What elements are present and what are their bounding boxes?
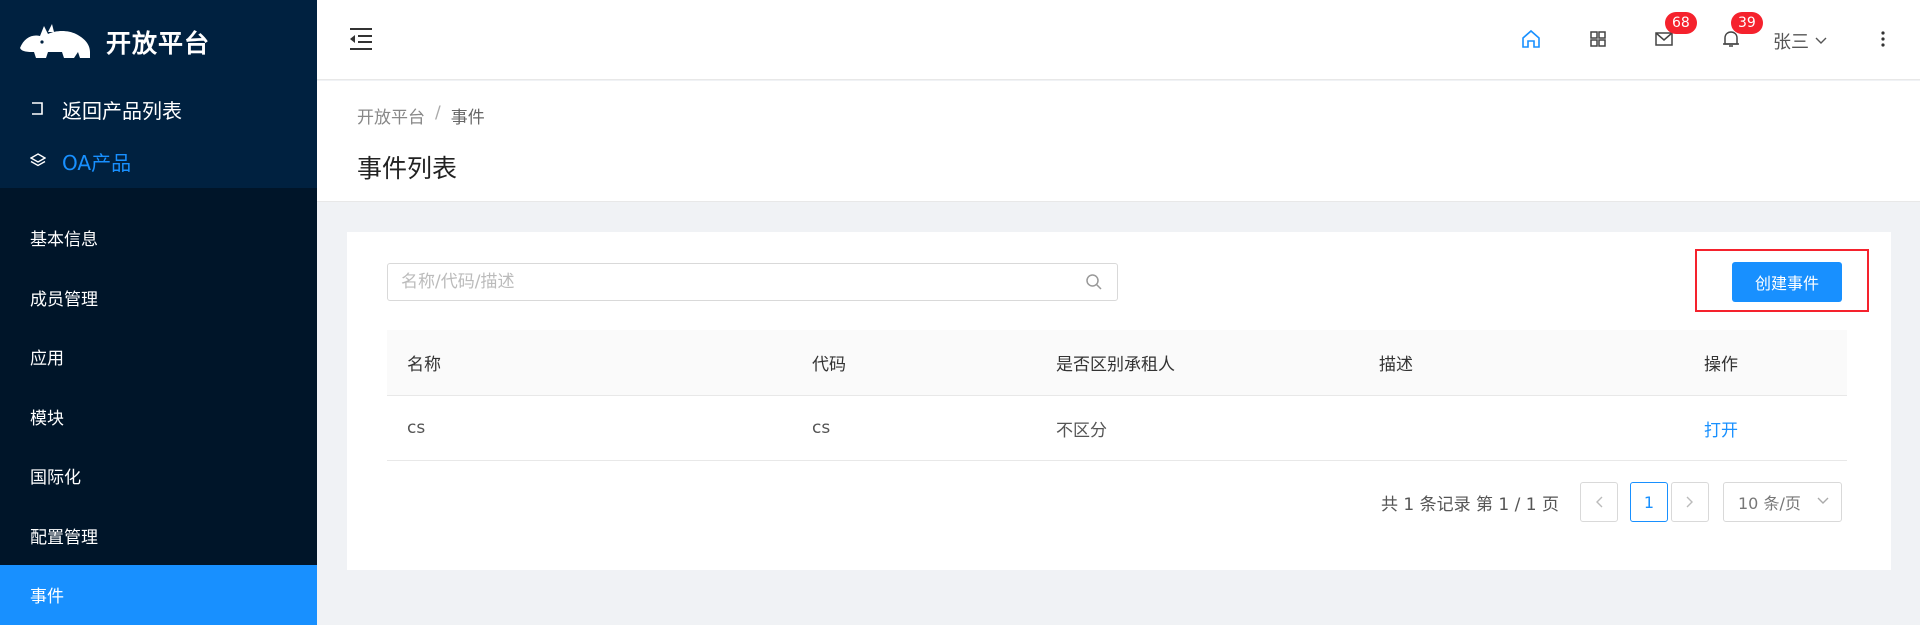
create-event-button[interactable]: 创建事件	[1732, 262, 1842, 302]
page-header: 开放平台 / 事件 事件列表	[317, 81, 1920, 202]
product-selector[interactable]: OA产品	[0, 135, 317, 187]
chevron-left-icon	[1596, 496, 1603, 508]
chevron-down-icon	[1815, 37, 1827, 44]
page-size-value: 10 条/页	[1738, 494, 1801, 513]
back-to-product-list[interactable]: 返回产品列表	[0, 83, 317, 135]
breadcrumb-separator: /	[435, 103, 441, 123]
layers-icon	[30, 153, 46, 167]
breadcrumb-item-current: 事件	[450, 108, 485, 128]
product-label: OA产品	[62, 150, 132, 175]
prev-page-button[interactable]	[1580, 482, 1618, 522]
column-header-action: 操作	[1704, 355, 1738, 375]
more-icon[interactable]	[1873, 28, 1893, 50]
chevron-down-icon	[1817, 497, 1829, 504]
rhino-logo-icon	[20, 23, 90, 58]
sidebar-item-modules[interactable]: 模块	[0, 387, 317, 447]
sidebar-item-events[interactable]: 事件	[0, 565, 317, 625]
sidebar-item-basic-info[interactable]: 基本信息	[0, 208, 317, 268]
back-label: 返回产品列表	[62, 98, 182, 123]
page-button-1[interactable]: 1	[1630, 482, 1668, 522]
chevron-right-icon	[1686, 496, 1693, 508]
sidebar-item-members[interactable]: 成员管理	[0, 268, 317, 328]
content-card: 创建事件 名称 代码 是否区别承租人 描述 操作 cs cs 不区分 打开 共 …	[347, 232, 1891, 570]
cell-name: cs	[407, 418, 426, 438]
back-icon	[32, 102, 43, 115]
home-icon[interactable]	[1520, 28, 1542, 50]
cell-code: cs	[812, 418, 831, 438]
appstore-icon[interactable]	[1587, 28, 1609, 50]
mail-badge: 68	[1665, 12, 1697, 34]
events-table: 名称 代码 是否区别承租人 描述 操作 cs cs 不区分 打开	[387, 330, 1847, 461]
page-title: 事件列表	[357, 154, 458, 183]
top-header: 68 39 张三	[317, 0, 1920, 80]
table-row: cs cs 不区分 打开	[387, 396, 1847, 461]
logo[interactable]: 开放平台	[0, 0, 317, 83]
sidebar-item-label: 模块	[30, 408, 64, 429]
column-header-code: 代码	[812, 355, 846, 375]
page-size-select[interactable]: 10 条/页	[1723, 482, 1842, 522]
pagination: 共 1 条记录 第 1 / 1 页 1 10 条/页	[347, 482, 1891, 522]
breadcrumb: 开放平台 / 事件	[357, 103, 485, 128]
sidebar-item-label: 基本信息	[30, 230, 98, 251]
sidebar-menu: 基本信息 成员管理 应用 模块 国际化 配置管理 事件	[0, 188, 317, 625]
user-name: 张三	[1773, 32, 1809, 53]
open-link[interactable]: 打开	[1704, 421, 1738, 441]
pagination-info: 共 1 条记录 第 1 / 1 页	[1381, 495, 1560, 515]
search-icon[interactable]	[1085, 273, 1103, 291]
search-box	[387, 263, 1118, 301]
sidebar-item-apps[interactable]: 应用	[0, 327, 317, 387]
sidebar-top: 开放平台 返回产品列表 OA产品	[0, 0, 317, 188]
search-input[interactable]	[388, 264, 1068, 300]
breadcrumb-item-home[interactable]: 开放平台	[357, 103, 425, 128]
cell-distinguish: 不区分	[1056, 420, 1107, 441]
column-header-name: 名称	[407, 355, 441, 375]
column-header-distinguish: 是否区别承租人	[1056, 355, 1175, 375]
table-header: 名称 代码 是否区别承租人 描述 操作	[387, 330, 1847, 396]
sidebar-item-config[interactable]: 配置管理	[0, 506, 317, 566]
user-menu[interactable]: 张三	[1773, 28, 1827, 54]
cell-action: 打开	[1684, 416, 1847, 441]
sidebar-item-label: 应用	[30, 349, 64, 370]
sidebar: 开放平台 返回产品列表 OA产品 基本信息 成员管理 应用 模块 国际化 配置管…	[0, 0, 317, 625]
logo-text: 开放平台	[106, 28, 211, 58]
sidebar-item-label: 成员管理	[30, 289, 98, 310]
bell-badge: 39	[1731, 12, 1763, 34]
sidebar-item-label: 事件	[30, 587, 64, 608]
next-page-button[interactable]	[1671, 482, 1709, 522]
sidebar-item-label: 配置管理	[30, 527, 98, 548]
sidebar-item-label: 国际化	[30, 468, 81, 489]
column-header-desc: 描述	[1379, 355, 1413, 375]
sidebar-item-i18n[interactable]: 国际化	[0, 446, 317, 506]
menu-fold-icon[interactable]	[347, 24, 375, 52]
